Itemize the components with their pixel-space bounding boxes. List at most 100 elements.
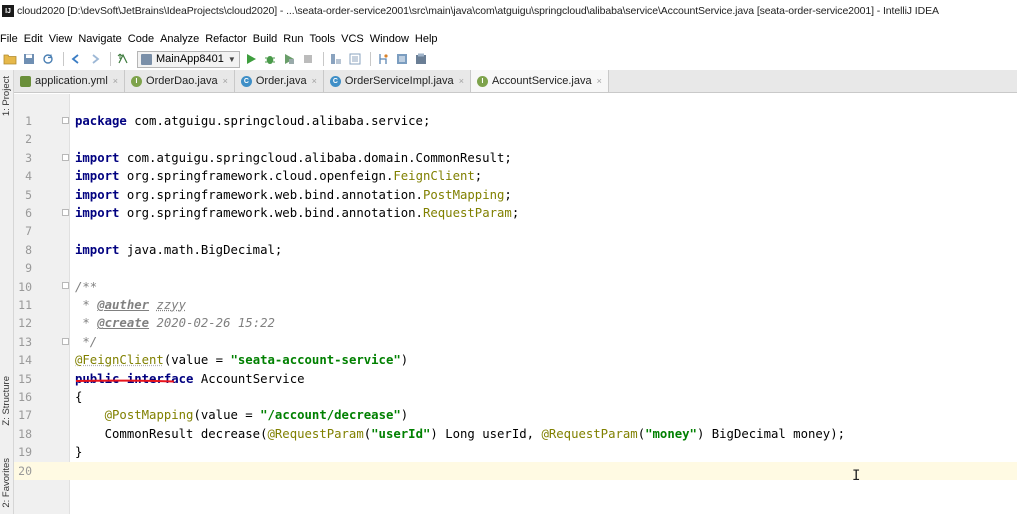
window-title: cloud2020 [D:\devSoft\JetBrains\IdeaProj… xyxy=(17,5,939,17)
menu-tools[interactable]: Tools xyxy=(309,33,339,45)
string-literal: "money" xyxy=(645,426,697,441)
class-icon: C xyxy=(240,75,252,87)
toolbar-separator xyxy=(110,52,111,66)
code-text: ; xyxy=(504,187,512,202)
tab-application-yml[interactable]: application.yml × xyxy=(14,70,126,92)
line-number: 14 xyxy=(18,353,32,368)
sync-icon[interactable] xyxy=(40,51,56,67)
open-folder-icon[interactable] xyxy=(2,51,18,67)
ibeam-cursor-icon: I xyxy=(852,468,861,484)
annotation: @PostMapping xyxy=(104,408,194,423)
comment: * xyxy=(75,298,98,312)
run-icon[interactable] xyxy=(243,51,259,67)
menu-window[interactable]: Window xyxy=(370,33,413,45)
line-number: 11 xyxy=(18,298,32,312)
code-text: ) Long userId, xyxy=(430,426,542,441)
menu-code[interactable]: Code xyxy=(128,33,158,45)
fold-marker-icon[interactable] xyxy=(62,209,69,216)
close-icon[interactable]: × xyxy=(597,76,602,86)
debug-icon[interactable] xyxy=(262,51,278,67)
code-text: org.springframework.cloud.openfeign. xyxy=(119,169,394,184)
string-literal: "userId" xyxy=(371,426,431,441)
tab-orderdao-java[interactable]: I OrderDao.java × xyxy=(125,70,235,92)
close-icon[interactable]: × xyxy=(459,76,464,86)
tab-orderserviceimpl-java[interactable]: C OrderServiceImpl.java × xyxy=(324,70,471,92)
menu-navigate[interactable]: Navigate xyxy=(78,33,125,45)
chevron-down-icon: ▼ xyxy=(227,54,236,64)
line-number: 13 xyxy=(18,334,32,349)
back-icon[interactable] xyxy=(68,51,84,67)
sdk-icon[interactable] xyxy=(347,51,363,67)
run-configuration-dropdown[interactable]: MainApp8401 ▼ xyxy=(137,50,240,68)
code-editor[interactable]: 1 2 3 4 5 6 7 8 9 10 11 12 13 14 15 16 1… xyxy=(14,94,1017,514)
main-toolbar: MainApp8401 ▼ xyxy=(0,48,1017,70)
forward-icon[interactable] xyxy=(87,51,103,67)
save-icon[interactable] xyxy=(21,51,37,67)
code-text: CommonResult decrease( xyxy=(75,426,268,441)
class-icon: C xyxy=(329,75,341,87)
code-line: /** xyxy=(75,278,97,296)
line-number: 8 xyxy=(25,242,32,257)
code-line: @PostMapping(value = "/account/decrease"… xyxy=(75,406,409,424)
line-number: 5 xyxy=(25,187,32,202)
tab-label: OrderServiceImpl.java xyxy=(344,75,454,87)
code-text: java.math.BigDecimal; xyxy=(119,242,283,257)
keyword: import xyxy=(75,206,120,220)
menu-view[interactable]: View xyxy=(49,33,77,45)
close-icon[interactable]: × xyxy=(223,76,228,86)
fold-marker-icon[interactable] xyxy=(62,282,69,289)
terminal-icon[interactable] xyxy=(413,51,429,67)
string-literal: "/account/decrease" xyxy=(260,408,401,423)
fold-marker-icon[interactable] xyxy=(62,154,69,161)
keyword: import xyxy=(75,242,120,257)
project-structure-icon[interactable] xyxy=(328,51,344,67)
code-text: } xyxy=(75,445,83,460)
stop-icon[interactable] xyxy=(300,51,316,67)
line-number: 10 xyxy=(18,279,32,294)
code-text: org.springframework.web.bind.annotation. xyxy=(119,187,423,202)
fold-marker-icon[interactable] xyxy=(62,338,69,345)
fold-marker-icon[interactable] xyxy=(62,117,69,124)
code-line: import org.springframework.web.bind.anno… xyxy=(75,186,512,204)
keyword: import xyxy=(75,187,120,202)
intellij-logo-icon: IJ xyxy=(2,5,14,17)
line-number: 9 xyxy=(25,261,32,276)
comment: 2020-02-26 15:22 xyxy=(149,316,275,331)
menu-refactor[interactable]: Refactor xyxy=(205,33,251,45)
line-number: 15 xyxy=(18,371,32,386)
run-config-label: MainApp8401 xyxy=(156,53,224,65)
line-number: 6 xyxy=(25,206,32,220)
code-line: import org.springframework.web.bind.anno… xyxy=(75,204,519,222)
tab-order-java[interactable]: C Order.java × xyxy=(235,70,324,92)
close-icon[interactable]: × xyxy=(312,76,317,86)
favorites-tool-tab[interactable]: 2: Favorites xyxy=(1,458,12,508)
menu-analyze[interactable]: Analyze xyxy=(160,33,203,45)
menu-file[interactable]: File xyxy=(0,33,22,45)
vcs-icon[interactable] xyxy=(375,51,391,67)
toolbar-separator xyxy=(369,52,371,66)
menu-edit[interactable]: Edit xyxy=(24,33,47,45)
menu-build[interactable]: Build xyxy=(253,33,281,45)
build-icon[interactable] xyxy=(115,51,131,67)
settings-icon[interactable] xyxy=(394,51,410,67)
code-line: import com.atguigu.springcloud.alibaba.d… xyxy=(75,149,512,167)
tab-accountservice-java[interactable]: I AccountService.java × xyxy=(470,70,609,92)
menu-help[interactable]: Help xyxy=(415,33,442,45)
close-icon[interactable]: × xyxy=(113,76,118,86)
annotation: @FeignClient xyxy=(75,353,164,368)
structure-tool-tab[interactable]: Z: Structure xyxy=(1,376,12,426)
javadoc-tag: @auther xyxy=(97,298,150,312)
project-tool-tab[interactable]: 1: Project xyxy=(1,76,12,116)
code-line: * @create 2020-02-26 15:22 xyxy=(75,314,275,332)
code-text: { xyxy=(75,390,83,404)
code-text: ( xyxy=(637,426,646,441)
code-text: AccountService xyxy=(193,371,305,386)
menu-vcs[interactable]: VCS xyxy=(341,33,368,45)
line-number: 4 xyxy=(25,169,32,184)
menu-run[interactable]: Run xyxy=(283,33,307,45)
code-text: org.springframework.web.bind.annotation. xyxy=(119,206,423,220)
keyword: import xyxy=(75,169,120,184)
coverage-icon[interactable] xyxy=(281,51,297,67)
annotation-name: FeignClient xyxy=(393,169,475,184)
